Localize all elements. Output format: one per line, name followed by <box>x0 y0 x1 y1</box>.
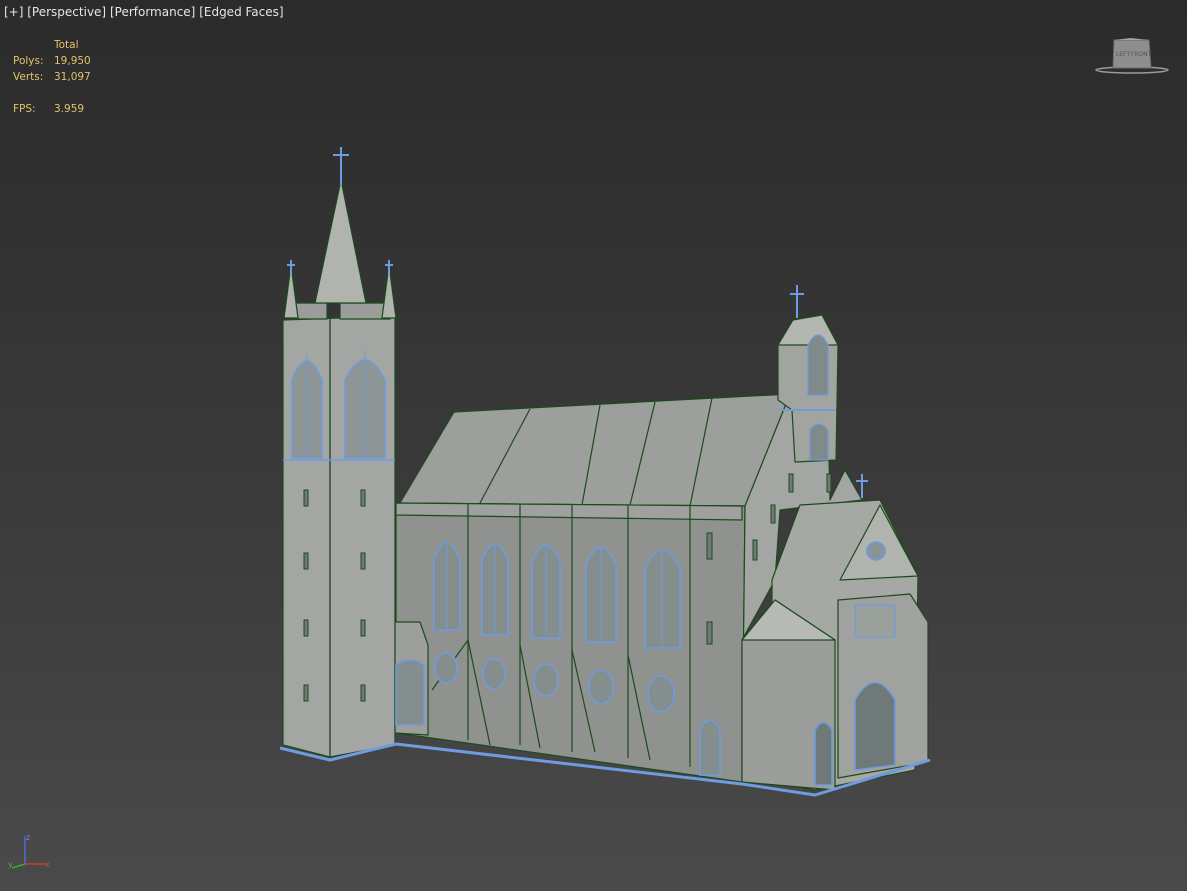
round-window <box>434 652 458 684</box>
round-window <box>647 675 675 713</box>
round-window <box>482 658 506 690</box>
nave-roof[interactable] <box>399 393 791 507</box>
axis-x-label: x <box>45 860 50 869</box>
church-model[interactable] <box>0 0 1187 891</box>
axis-y-label: y <box>8 860 13 869</box>
axis-z-label: z <box>26 833 30 842</box>
tower-spire[interactable] <box>314 179 367 304</box>
annex-arch <box>395 659 425 726</box>
round-window <box>588 669 614 705</box>
axis-tripod-icon: z x y <box>8 833 50 869</box>
round-window <box>533 663 559 697</box>
side-door <box>699 719 721 776</box>
